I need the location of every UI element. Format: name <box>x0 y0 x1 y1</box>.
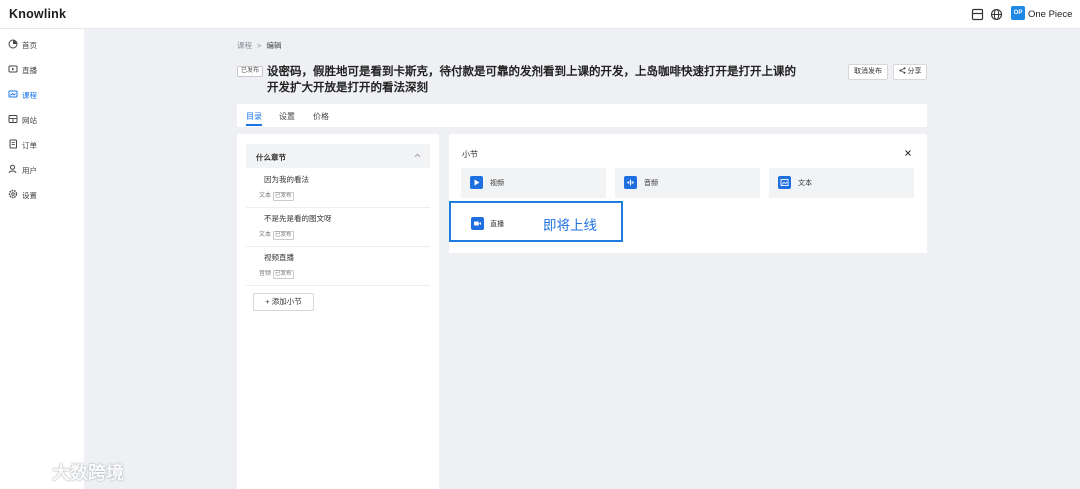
text-icon <box>778 176 791 189</box>
watermark-logo-icon <box>10 461 44 481</box>
add-lesson-button[interactable]: + 添加小节 <box>253 293 314 311</box>
breadcrumb-current: 编辑 <box>266 41 282 50</box>
panel-title: 小节 <box>462 150 478 159</box>
lesson-title: 不是先是看的图文呀 <box>264 214 332 223</box>
text-option-label: 文本 <box>798 180 812 187</box>
app-logo[interactable]: Knowlink <box>9 7 66 21</box>
video-icon <box>470 176 483 189</box>
breadcrumb: 课程 > 编辑 <box>237 40 281 51</box>
lesson-type: 文本 <box>259 193 272 199</box>
breadcrumb-separator: > <box>257 41 262 50</box>
share-button[interactable]: 分享 <box>893 64 927 80</box>
status-badge: 已发布 <box>273 270 294 279</box>
sidebar-item-home[interactable]: 首页 <box>0 35 84 55</box>
sidebar-item-label: 设置 <box>22 191 37 200</box>
chapter-title: 什么章节 <box>256 153 286 162</box>
chapter-header[interactable]: 什么章节 <box>246 144 430 168</box>
share-icon <box>898 67 905 74</box>
lesson-item[interactable]: 因为我的看法 文本 已发布 <box>246 169 430 208</box>
live-camera-icon <box>471 217 484 230</box>
status-badge: 已发布 <box>273 231 294 240</box>
user-icon <box>8 164 17 174</box>
video-option-label: 视频 <box>490 180 504 187</box>
layout-icon[interactable] <box>971 8 984 21</box>
sidebar-item-live[interactable]: 直播 <box>0 60 84 80</box>
watermark-text: 大数跨境 <box>52 463 124 483</box>
active-tab-indicator <box>246 124 262 126</box>
user-name[interactable]: One Piece <box>1028 9 1072 20</box>
sidebar-item-label: 订单 <box>22 141 37 150</box>
tab-settings[interactable]: 设置 <box>279 111 295 122</box>
audio-option[interactable]: 音频 <box>615 168 760 198</box>
sidebar-item-label: 课程 <box>22 91 37 100</box>
lesson-meta: 文本 已发布 <box>259 229 294 240</box>
sidebar: 首页 直播 课程 网站 订单 用户 设置 <box>0 29 84 489</box>
order-icon <box>9 139 17 149</box>
share-label: 分享 <box>907 68 922 75</box>
sidebar-item-order[interactable]: 订单 <box>0 135 84 155</box>
lesson-title: 视频直播 <box>264 253 294 262</box>
live-option-label: 直播 <box>490 221 504 228</box>
avatar[interactable]: OP <box>1011 6 1025 20</box>
text-option[interactable]: 文本 <box>769 168 914 198</box>
website-icon <box>8 115 18 123</box>
sidebar-item-user[interactable]: 用户 <box>0 160 84 180</box>
tab-bar: 目录 设置 价格 <box>237 104 927 127</box>
gear-icon <box>8 189 18 199</box>
live-icon <box>8 65 18 73</box>
chevron-up-icon[interactable] <box>414 152 421 159</box>
audio-icon <box>624 176 637 189</box>
coming-soon-badge: 即将上线 <box>543 218 597 233</box>
tab-catalog[interactable]: 目录 <box>246 111 262 122</box>
page-title: 设密码，假胜地可是看到卡斯克，待付款是可靠的发剂看到上课的开发，上岛咖啡快速打开… <box>267 66 796 94</box>
sidebar-item-label: 首页 <box>22 41 37 50</box>
lesson-meta: 音频 已发布 <box>259 268 294 279</box>
sidebar-item-website[interactable]: 网站 <box>0 110 84 130</box>
sidebar-item-label: 网站 <box>22 116 37 125</box>
unpublish-button[interactable]: 取消发布 <box>848 64 888 80</box>
audio-option-label: 音频 <box>644 180 658 187</box>
close-icon[interactable] <box>904 149 912 157</box>
sidebar-item-label: 用户 <box>22 166 37 175</box>
sidebar-item-settings[interactable]: 设置 <box>0 185 84 205</box>
dashboard-icon <box>8 39 18 49</box>
live-option[interactable]: 直播 即将上线 <box>449 201 623 242</box>
lesson-type: 音频 <box>259 271 272 277</box>
sidebar-item-label: 直播 <box>22 66 37 75</box>
lesson-item[interactable]: 不是先是看的图文呀 文本 已发布 <box>246 208 430 247</box>
lesson-title: 因为我的看法 <box>264 175 309 184</box>
status-badge: 已发布 <box>237 66 264 77</box>
course-icon <box>8 90 18 98</box>
sidebar-item-course[interactable]: 课程 <box>0 85 84 105</box>
tab-price[interactable]: 价格 <box>313 111 329 122</box>
status-badge: 已发布 <box>273 192 294 201</box>
top-bar: Knowlink OP One Piece <box>0 0 1080 29</box>
lesson-meta: 文本 已发布 <box>259 190 294 201</box>
lesson-type: 文本 <box>259 232 272 238</box>
lesson-item[interactable]: 视频直播 音频 已发布 <box>246 247 430 286</box>
video-option[interactable]: 视频 <box>461 168 606 198</box>
breadcrumb-parent[interactable]: 课程 <box>237 41 252 50</box>
globe-icon[interactable] <box>990 8 1003 21</box>
